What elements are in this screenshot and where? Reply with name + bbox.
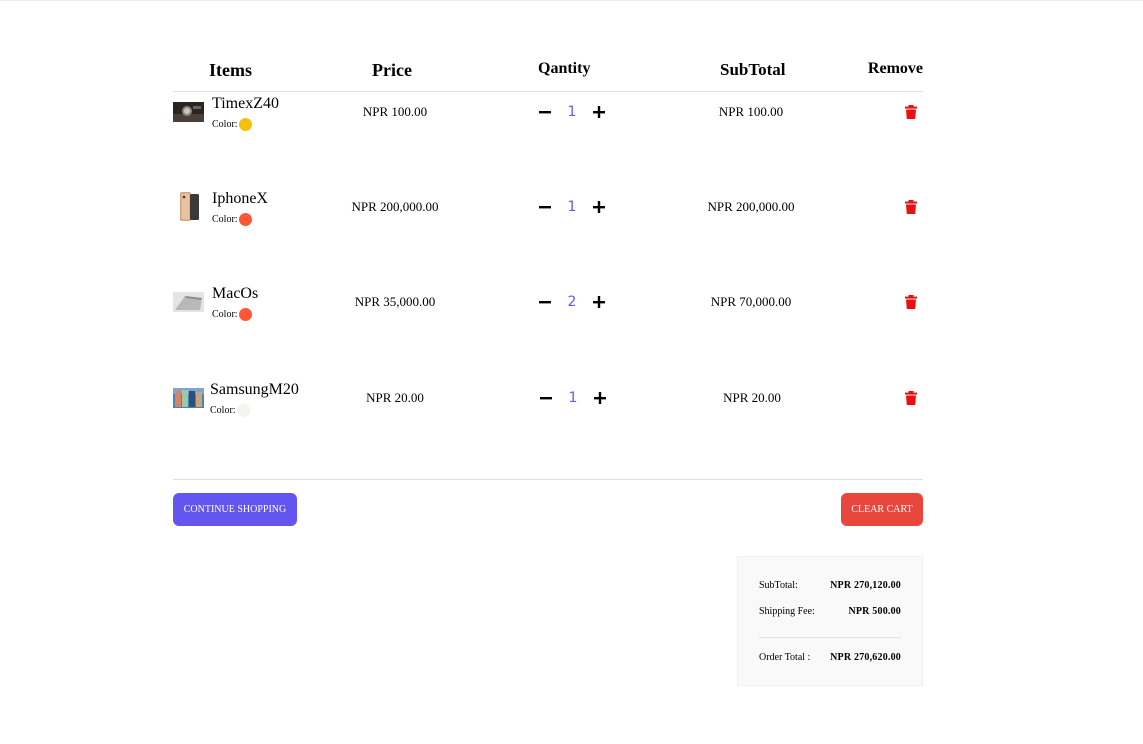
- cart-row: SamsungM20 Color: NPR 20.00 1 NPR 20.00: [173, 381, 923, 421]
- summary-subtotal-value: NPR 270,120.00: [830, 580, 901, 591]
- product-thumbnail-laptop: [173, 292, 204, 312]
- plus-icon[interactable]: [589, 292, 609, 312]
- quantity-value: 1: [567, 199, 577, 215]
- cart-header: Items Price Qantity SubTotal Remove: [173, 58, 923, 84]
- color-label: Color:: [210, 405, 236, 416]
- summary-total-value: NPR 270,620.00: [830, 652, 901, 663]
- header-quantity: Qantity: [538, 60, 591, 77]
- color-swatch: [238, 308, 252, 321]
- summary-shipping-label: Shipping Fee:: [759, 606, 815, 617]
- header-price: Price: [372, 60, 412, 80]
- cart-row: IphoneX Color: NPR 200,000.00 1 NPR 200,…: [173, 190, 923, 230]
- header-subtotal: SubTotal: [720, 60, 786, 79]
- quantity-value: 2: [567, 294, 577, 310]
- quantity-stepper: 1: [536, 386, 610, 410]
- summary-subtotal-label: SubTotal:: [759, 580, 798, 591]
- quantity-stepper: 1: [535, 195, 609, 219]
- plus-icon[interactable]: [589, 102, 609, 122]
- header-items: Items: [209, 60, 252, 80]
- product-subtotal: NPR 200,000.00: [707, 199, 795, 214]
- quantity-stepper: 2: [535, 290, 609, 314]
- minus-icon[interactable]: [536, 388, 556, 408]
- product-name: MacOs: [212, 285, 259, 302]
- product-price: NPR 200,000.00: [351, 199, 439, 214]
- product-thumbnail-watch: [173, 102, 204, 122]
- summary-shipping-value: NPR 500.00: [848, 606, 901, 617]
- plus-icon[interactable]: [590, 388, 610, 408]
- color-label: Color:: [212, 119, 238, 130]
- product-price: NPR 20.00: [366, 390, 424, 405]
- product-thumbnail-phone: [173, 191, 204, 222]
- clear-cart-button[interactable]: clear cart: [841, 493, 923, 526]
- trash-icon[interactable]: [905, 200, 917, 214]
- color-label: Color:: [212, 309, 238, 320]
- plus-icon[interactable]: [589, 197, 609, 217]
- color-label: Color:: [212, 214, 238, 225]
- summary-subtotal: SubTotal: NPR 270,120.00: [759, 580, 901, 591]
- minus-icon[interactable]: [535, 292, 555, 312]
- summary-total-label: Order Total :: [759, 652, 811, 663]
- product-thumbnail-samsung: [173, 388, 204, 408]
- product-subtotal: NPR 20.00: [723, 390, 781, 405]
- header-divider: [173, 91, 923, 92]
- trash-icon[interactable]: [905, 295, 917, 309]
- summary-total: Order Total : NPR 270,620.00: [759, 652, 901, 663]
- order-summary: SubTotal: NPR 270,120.00 Shipping Fee: N…: [737, 556, 923, 686]
- color-swatch: [238, 118, 252, 131]
- product-price: NPR 100.00: [362, 104, 428, 119]
- quantity-stepper: 1: [535, 100, 609, 124]
- color-swatch: [238, 213, 252, 226]
- product-color: Color:: [212, 118, 252, 131]
- summary-divider: [759, 637, 901, 638]
- quantity-value: 1: [567, 104, 577, 120]
- header-remove: Remove: [867, 60, 923, 77]
- product-name: SamsungM20: [210, 381, 299, 398]
- cart-divider: [173, 479, 923, 480]
- trash-icon[interactable]: [905, 391, 917, 405]
- product-name: IphoneX: [212, 190, 268, 207]
- product-name: TimexZ40: [212, 95, 279, 112]
- quantity-value: 1: [568, 390, 578, 406]
- product-color: Color:: [212, 308, 252, 321]
- continue-shopping-button[interactable]: continue shopping: [173, 493, 297, 526]
- product-color: Color:: [210, 404, 250, 417]
- cart-row: MacOs Color: NPR 35,000.00 2 NPR 70,000.…: [173, 285, 923, 325]
- trash-icon[interactable]: [905, 105, 917, 119]
- minus-icon[interactable]: [535, 102, 555, 122]
- top-border: [0, 0, 1143, 1]
- summary-shipping: Shipping Fee: NPR 500.00: [759, 606, 901, 617]
- product-price: NPR 35,000.00: [354, 294, 436, 309]
- color-swatch: [236, 404, 250, 417]
- product-color: Color:: [212, 213, 252, 226]
- cart-row: TimexZ40 Color: NPR 100.00 1 NPR 100.00: [173, 95, 923, 135]
- minus-icon[interactable]: [535, 197, 555, 217]
- product-subtotal: NPR 70,000.00: [710, 294, 792, 309]
- product-subtotal: NPR 100.00: [718, 104, 784, 119]
